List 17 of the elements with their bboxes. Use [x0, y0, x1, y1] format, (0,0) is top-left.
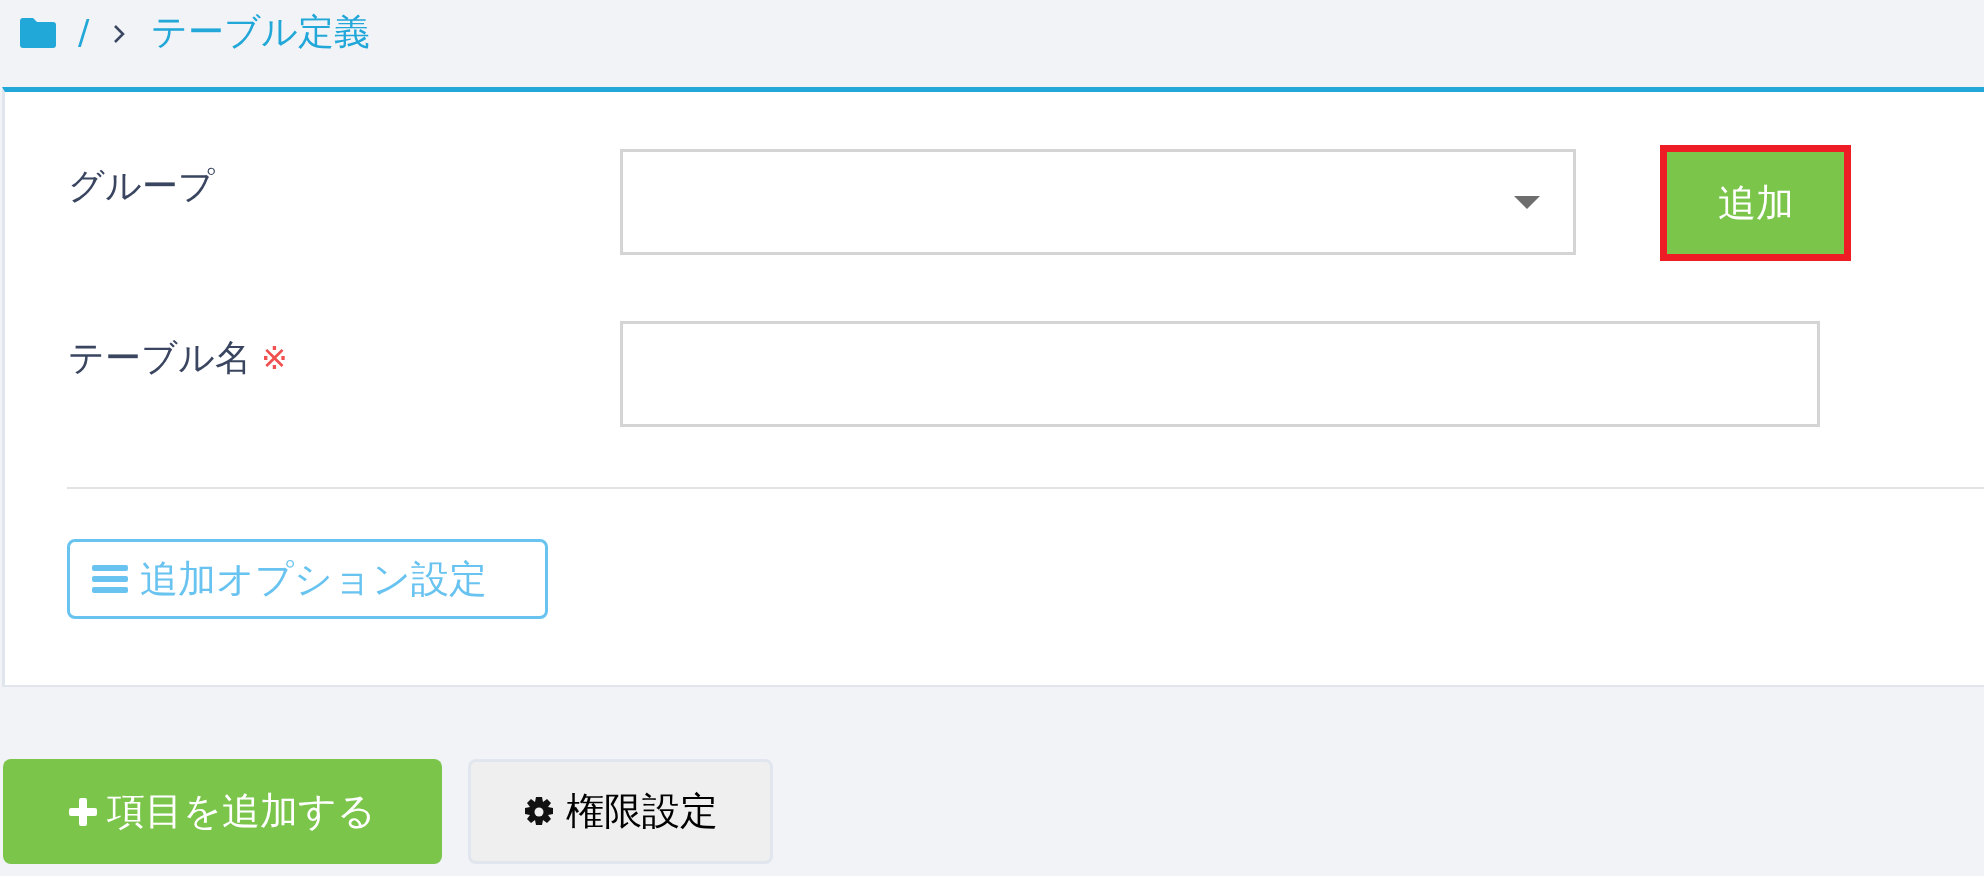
dropdown-arrow-icon	[1514, 195, 1540, 209]
folder-icon[interactable]	[20, 18, 56, 48]
field-label: テーブル名	[68, 336, 251, 380]
options-button[interactable]: 追加オプション設定	[67, 539, 548, 619]
chevron-right-icon	[113, 24, 126, 44]
required-mark: ※	[261, 338, 288, 379]
settings-icon	[523, 796, 554, 827]
permissions-button[interactable]: 権限設定	[468, 759, 773, 864]
field-label: グループ	[68, 164, 215, 208]
breadcrumb-root-link[interactable]: /	[78, 12, 90, 52]
add-item-button[interactable]: 項目を追加する	[3, 759, 442, 864]
breadcrumb-current-link[interactable]: テーブル定義	[151, 12, 371, 52]
table-name-input[interactable]	[620, 321, 1820, 427]
menu-icon	[92, 564, 128, 594]
add-button[interactable]: 追加	[1660, 145, 1851, 261]
group-select[interactable]	[620, 149, 1576, 255]
plus-icon	[69, 797, 97, 826]
